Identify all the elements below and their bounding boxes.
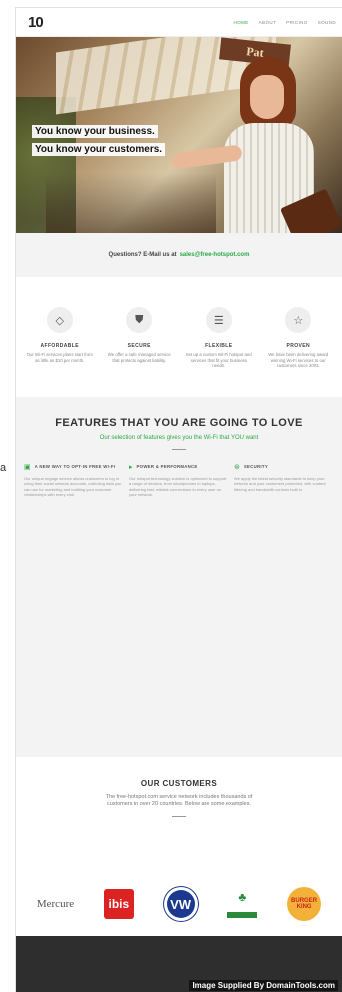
hero-tagline: You know your business. You know your cu… <box>32 121 166 157</box>
wifi-icon: ▣ <box>24 464 31 471</box>
hero-line-2: You know your customers. <box>32 143 166 156</box>
contact-text: Questions? E-Mail us at <box>108 252 177 258</box>
nav-home[interactable]: HOME <box>234 20 249 25</box>
customers-title: OUR CUSTOMERS <box>140 779 218 788</box>
benefits-row: ◇ AFFORDABLE Our Wi-Fi services plans st… <box>16 277 342 397</box>
divider <box>172 449 186 450</box>
feature-security: ⊛ SECURITY We apply the latest security s… <box>234 464 334 498</box>
top-nav: 10 HOME ABOUT PRICING SOUND <box>16 8 342 37</box>
watermark: Image Supplied By DomainTools.com <box>189 980 338 991</box>
features-subtitle: Our selection of features gives you the … <box>99 435 259 441</box>
hero-person-face <box>250 75 284 119</box>
lock-icon: ⊛ <box>234 464 240 471</box>
feature-columns: ▣ A NEW WAY TO OPT-IN FREE WI-FI Our uniq… <box>16 464 342 498</box>
benefit-title: SECURE <box>127 343 151 349</box>
divider <box>172 816 186 817</box>
logo-number: 10 <box>28 13 44 31</box>
nav-sound[interactable]: SOUND <box>318 20 336 25</box>
hero-banner: Pat You know your business. You know you… <box>16 37 342 233</box>
benefit-affordable: ◇ AFFORDABLE Our Wi-Fi services plans st… <box>25 307 95 387</box>
footer: Image Supplied By DomainTools.com <box>16 936 342 992</box>
contact-email-link[interactable]: sales@free-hotspot.com <box>180 252 250 258</box>
benefit-text: We have been delivering award winning Wi… <box>268 352 329 368</box>
logo[interactable]: 10 <box>28 14 68 31</box>
benefit-secure: ⛊ SECURE We offer a safe managed service… <box>104 307 174 387</box>
ibis-logo: ibis <box>103 889 134 919</box>
feature-text: We apply the latest security standards t… <box>234 476 326 492</box>
feature-title: A NEW WAY TO OPT-IN FREE WI-FI <box>34 464 116 469</box>
mercure-logo: Mercure <box>36 898 75 910</box>
customers-description: The free-hotspot.com service network inc… <box>105 794 253 807</box>
nav-about[interactable]: ABOUT <box>259 20 277 25</box>
nav-pricing[interactable]: PRICING <box>286 20 308 25</box>
benefit-title: PROVEN <box>286 343 311 349</box>
features-title: FEATURES THAT YOU ARE GOING TO LOVE <box>55 417 303 429</box>
hero-person <box>171 57 342 233</box>
side-label: a <box>0 462 7 474</box>
feature-title: POWER & PERFORMANCE <box>136 464 198 469</box>
burger-king-logo: BURGER KING <box>287 887 322 921</box>
green-brand-logo: ♣ <box>227 890 258 918</box>
customer-logos: Mercure ibis VW ♣ BURGER KING <box>16 875 342 933</box>
benefit-text: Set up a custom Wi-Fi hotspot and servic… <box>185 352 252 368</box>
bolt-icon: ▸ <box>129 464 133 471</box>
sliders-icon: ☰ <box>205 307 232 333</box>
nav-menu: HOME ABOUT PRICING SOUND <box>234 20 336 25</box>
tag-icon: ◇ <box>46 307 73 333</box>
benefit-text: We offer a safe managed service that pro… <box>107 352 171 363</box>
feature-power: ▸ POWER & PERFORMANCE Our hotspot technol… <box>129 464 229 498</box>
feature-opt-in: ▣ A NEW WAY TO OPT-IN FREE WI-FI Our uniq… <box>24 464 124 498</box>
feature-text: Our hotspot technology solution is optim… <box>129 476 227 498</box>
volkswagen-logo: VW <box>163 887 198 921</box>
benefit-title: AFFORDABLE <box>40 343 79 349</box>
hero-line-1: You know your business. <box>32 125 158 138</box>
benefit-flexible: ☰ FLEXIBLE Set up a custom Wi-Fi hotspot… <box>184 307 254 387</box>
benefit-title: FLEXIBLE <box>205 343 233 349</box>
benefit-text: Our Wi-Fi services plans start from as l… <box>26 352 93 363</box>
feature-title: SECURITY <box>243 464 269 469</box>
hero-tables <box>46 173 216 233</box>
benefit-proven: ☆ PROVEN We have been delivering award w… <box>263 307 333 387</box>
customers-section: OUR CUSTOMERS The free-hotspot.com servi… <box>16 757 342 875</box>
contact-band: Questions? E-Mail us at sales@free-hotsp… <box>16 233 342 277</box>
star-icon: ☆ <box>285 307 312 333</box>
feature-text: Our unique engage service allows custome… <box>24 476 122 498</box>
webpage: 10 HOME ABOUT PRICING SOUND Pat You know… <box>16 8 342 992</box>
features-section: FEATURES THAT YOU ARE GOING TO LOVE Our … <box>16 397 342 757</box>
shield-icon: ⛊ <box>126 307 153 333</box>
